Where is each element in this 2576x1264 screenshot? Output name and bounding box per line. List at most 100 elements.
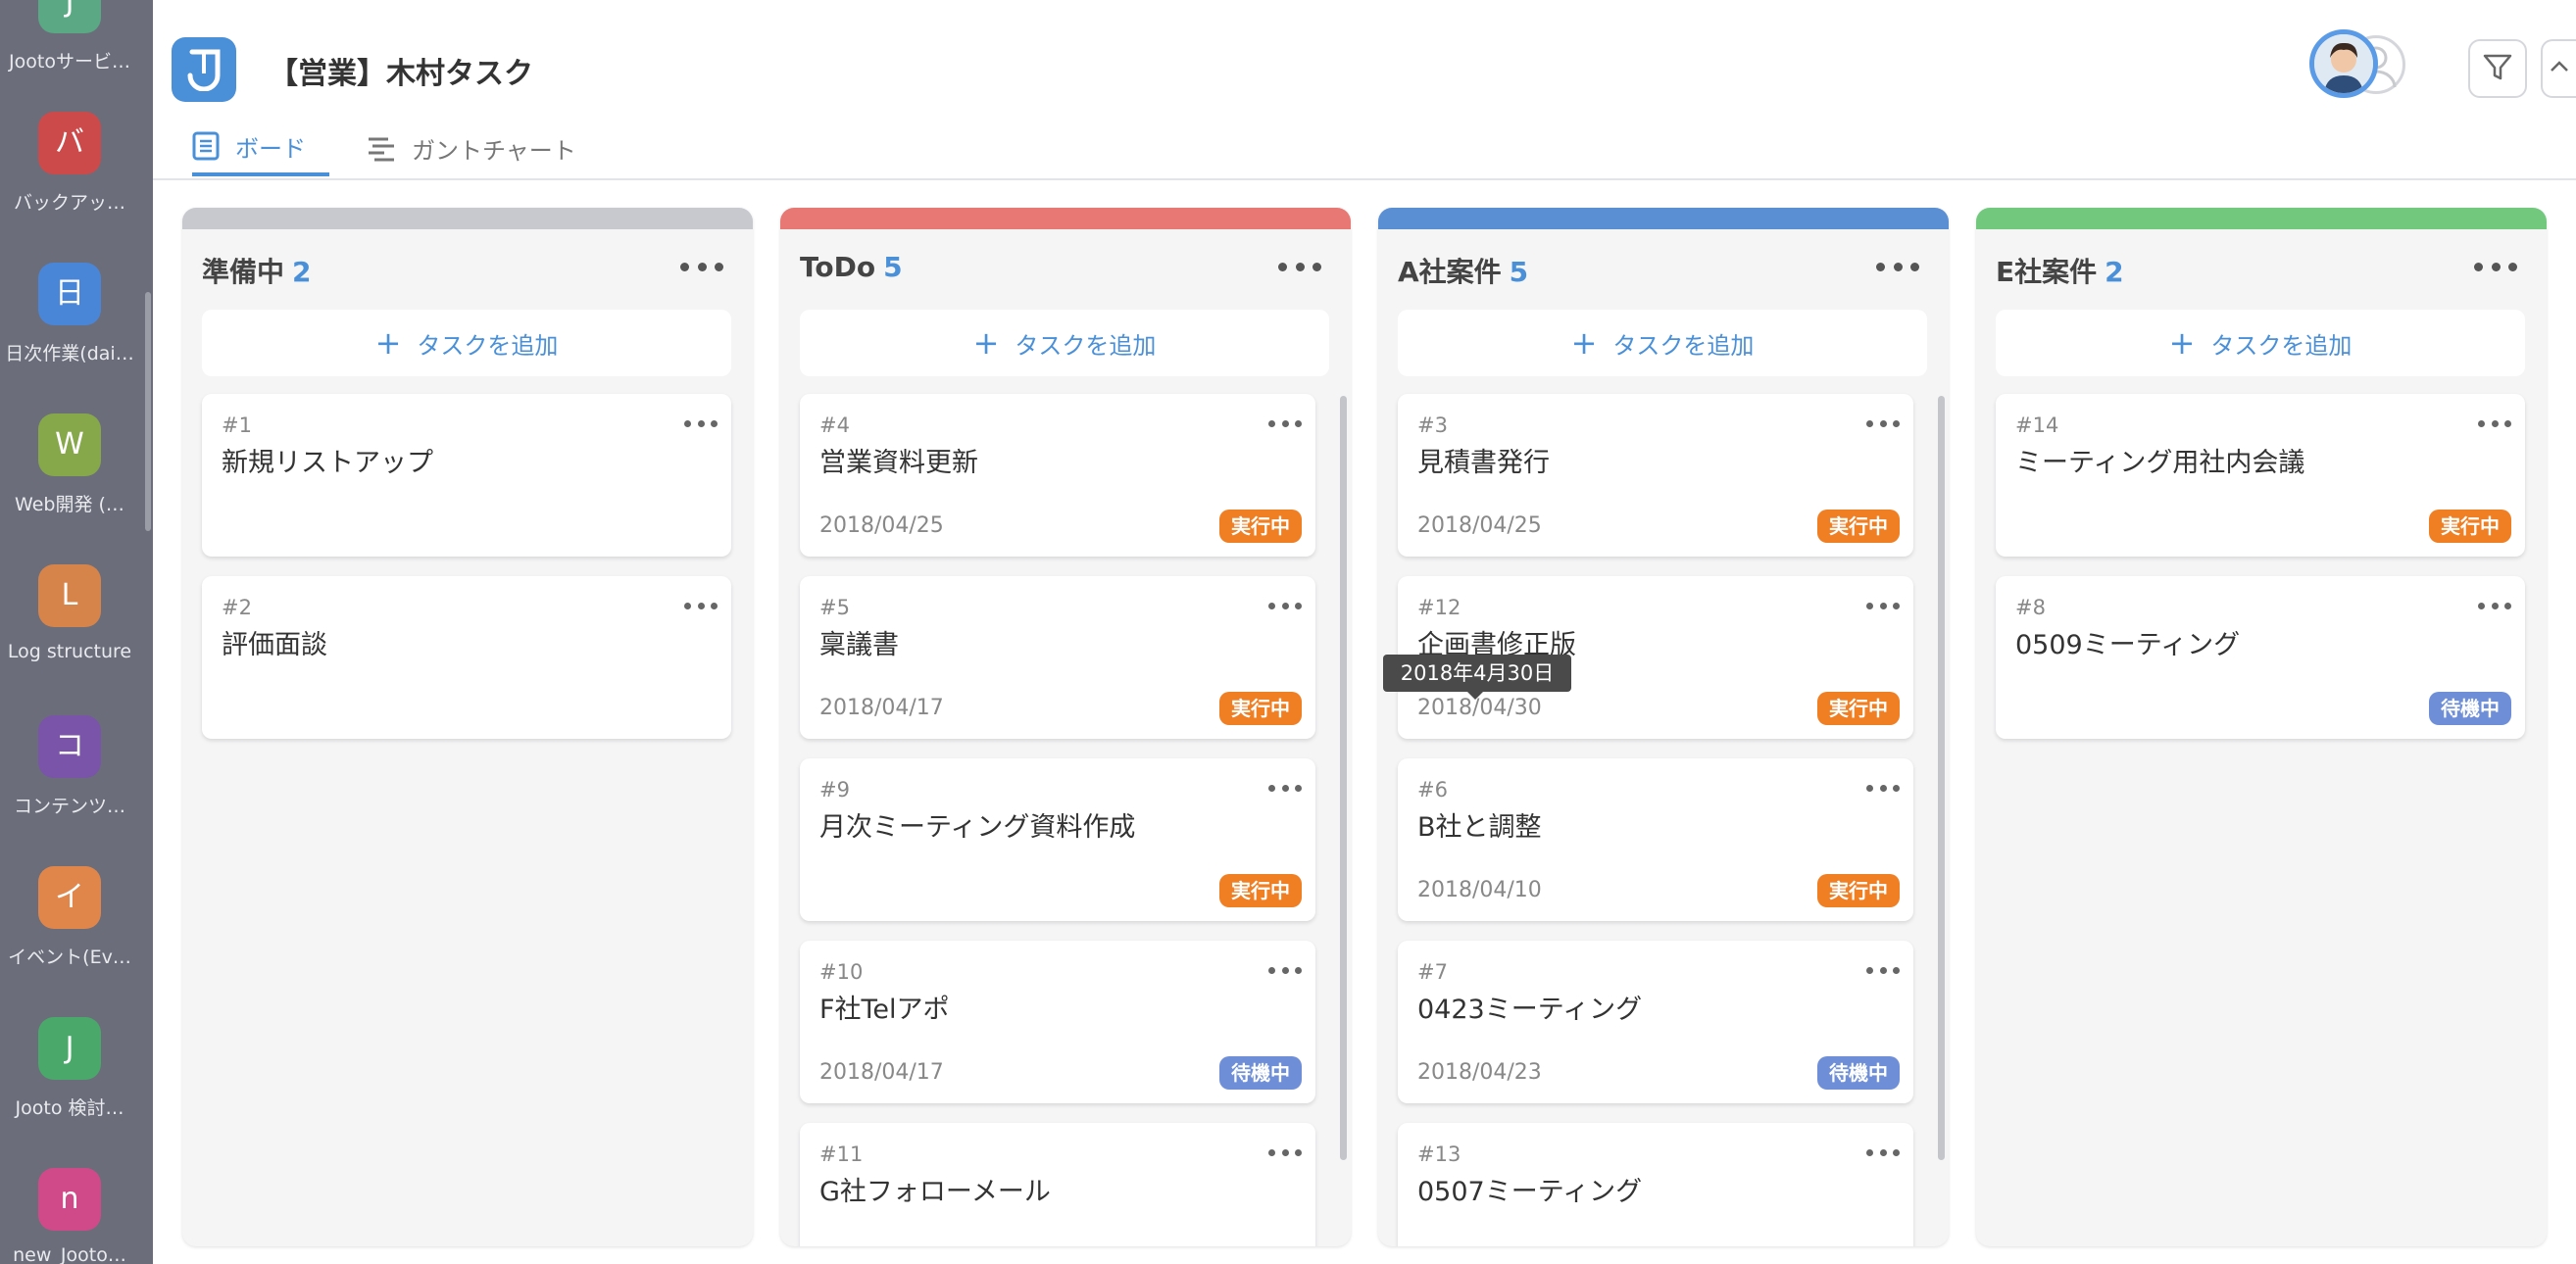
task-title: 見積書発行 [1417,448,1550,478]
task-title: G社フォローメール [819,1177,1051,1207]
column-scrollbar[interactable] [1938,396,1945,1160]
task-title: ミーティング用社内会議 [2015,448,2305,478]
list-column-company-e: E社案件 2 + タスクを追加 #14 ミーティング用社内会議 実行中 #8 050… [1976,208,2547,1246]
sidebar-project-jooto-service[interactable]: J Jootoサービ… [0,0,139,73]
task-number: #2 [222,596,252,619]
project-sidebar: J Jootoサービ… バ バックアッ… 日 日次作業(dai… W Web開発… [0,0,153,1264]
column-header[interactable]: 準備中 2 [202,251,312,290]
status-badge[interactable]: 実行中 [2429,510,2511,543]
task-card[interactable]: #14 ミーティング用社内会議 実行中 [1996,394,2525,557]
collapse-button[interactable] [2541,39,2576,98]
project-avatar: バ [38,112,101,174]
sidebar-project-jooto-review[interactable]: J Jooto 検討… [0,1017,139,1120]
list-column-preparing: 準備中 2 + タスクを追加 #1 新規リストアップ #2 評価面談 [182,208,753,1246]
card-more-icon[interactable] [1268,964,1302,976]
sidebar-scrollbar[interactable] [145,292,151,531]
card-more-icon[interactable] [684,600,718,611]
column-header[interactable]: A社案件 5 [1398,251,1528,290]
card-more-icon[interactable] [1866,417,1900,429]
task-card[interactable]: #8 0509ミーティング 待機中 [1996,576,2525,739]
jooto-logo-icon[interactable] [172,37,236,102]
card-more-icon[interactable] [1866,1146,1900,1158]
card-more-icon[interactable] [1268,1146,1302,1158]
task-card[interactable]: #4 営業資料更新 2018/04/25 実行中 [800,394,1315,557]
add-task-button[interactable]: + タスクを追加 [202,310,731,376]
project-avatar: W [38,413,101,476]
project-label: コンテンツ… [13,796,125,817]
task-card[interactable]: #7 0423ミーティング 2018/04/23 待機中 [1398,941,1913,1103]
list-column-company-a: A社案件 5 + タスクを追加 #3 見積書発行 2018/04/25 実行中 #1… [1378,208,1949,1246]
column-color-bar [780,208,1351,229]
add-task-button[interactable]: + タスクを追加 [1996,310,2525,376]
sidebar-project-event[interactable]: イ イベント(Ev… [0,866,139,969]
status-badge[interactable]: 実行中 [1219,510,1302,543]
tab-gantt[interactable]: ガントチャート [367,120,576,176]
card-more-icon[interactable] [1866,782,1900,794]
tab-board[interactable]: ボード [192,120,329,176]
column-header[interactable]: E社案件 2 [1996,251,2124,290]
card-more-icon[interactable] [1866,600,1900,611]
chevron-up-icon [2548,55,2571,82]
task-number: #10 [819,960,864,984]
task-card[interactable]: #13 0507ミーティング [1398,1123,1913,1246]
task-card[interactable]: #5 稟議書 2018/04/17 実行中 [800,576,1315,739]
user-avatar[interactable] [2309,29,2378,98]
task-title: 月次ミーティング資料作成 [819,812,1136,843]
card-more-icon[interactable] [684,417,718,429]
project-label: new_Jooto… [13,1244,126,1264]
task-number: #6 [1417,778,1448,802]
card-more-icon[interactable] [1268,417,1302,429]
status-badge[interactable]: 待機中 [1219,1056,1302,1090]
column-scrollbar[interactable] [1340,396,1347,1160]
task-number: #5 [819,596,850,619]
status-badge[interactable]: 待機中 [2429,692,2511,725]
task-title: 営業資料更新 [819,448,978,478]
card-more-icon[interactable] [1268,782,1302,794]
task-title: F社Telアポ [819,995,950,1025]
column-count: 2 [292,256,312,288]
sidebar-project-backup[interactable]: バ バックアッ… [0,112,139,215]
status-badge[interactable]: 実行中 [1219,692,1302,725]
column-more-icon[interactable] [2474,257,2517,276]
task-number: #1 [222,413,252,437]
status-badge[interactable]: 実行中 [1817,510,1900,543]
project-label: Jooto 検討… [15,1097,124,1119]
status-badge[interactable]: 実行中 [1817,692,1900,725]
project-avatar: イ [38,866,101,929]
add-task-button[interactable]: + タスクを追加 [1398,310,1927,376]
task-card[interactable]: #1 新規リストアップ [202,394,731,557]
plus-icon: + [374,324,402,362]
task-card[interactable]: #10 F社Telアポ 2018/04/17 待機中 [800,941,1315,1103]
column-name: E社案件 [1996,256,2098,288]
sidebar-project-new-jooto[interactable]: n new_Jooto… [0,1168,139,1264]
task-due-date: 2018/04/10 [1417,878,1542,902]
task-card[interactable]: #3 見積書発行 2018/04/25 実行中 [1398,394,1913,557]
project-label: イベント(Ev… [8,947,131,968]
status-badge[interactable]: 待機中 [1817,1056,1900,1090]
card-more-icon[interactable] [1268,600,1302,611]
add-task-button[interactable]: + タスクを追加 [800,310,1329,376]
task-title: 0509ミーティング [2015,630,2241,660]
project-label: 日次作業(dai… [5,343,134,365]
column-header[interactable]: ToDo 5 [800,251,903,283]
card-more-icon[interactable] [2478,600,2511,611]
column-more-icon[interactable] [1278,257,1321,276]
filter-button[interactable] [2468,39,2527,98]
project-avatar: J [38,0,101,33]
task-card[interactable]: #9 月次ミーティング資料作成 実行中 [800,758,1315,921]
filter-icon [2482,51,2513,86]
project-avatar: コ [38,715,101,778]
sidebar-project-log[interactable]: L Log structure [0,564,139,662]
status-badge[interactable]: 実行中 [1817,874,1900,907]
sidebar-project-contents[interactable]: コ コンテンツ… [0,715,139,818]
sidebar-project-daily[interactable]: 日 日次作業(dai… [0,263,139,365]
status-badge[interactable]: 実行中 [1219,874,1302,907]
column-more-icon[interactable] [1876,257,1919,276]
column-more-icon[interactable] [680,257,723,276]
card-more-icon[interactable] [2478,417,2511,429]
card-more-icon[interactable] [1866,964,1900,976]
task-card[interactable]: #2 評価面談 [202,576,731,739]
task-card[interactable]: #11 G社フォローメール [800,1123,1315,1246]
sidebar-project-web[interactable]: W Web開発 (… [0,413,139,516]
task-card[interactable]: #6 B社と調整 2018/04/10 実行中 [1398,758,1913,921]
